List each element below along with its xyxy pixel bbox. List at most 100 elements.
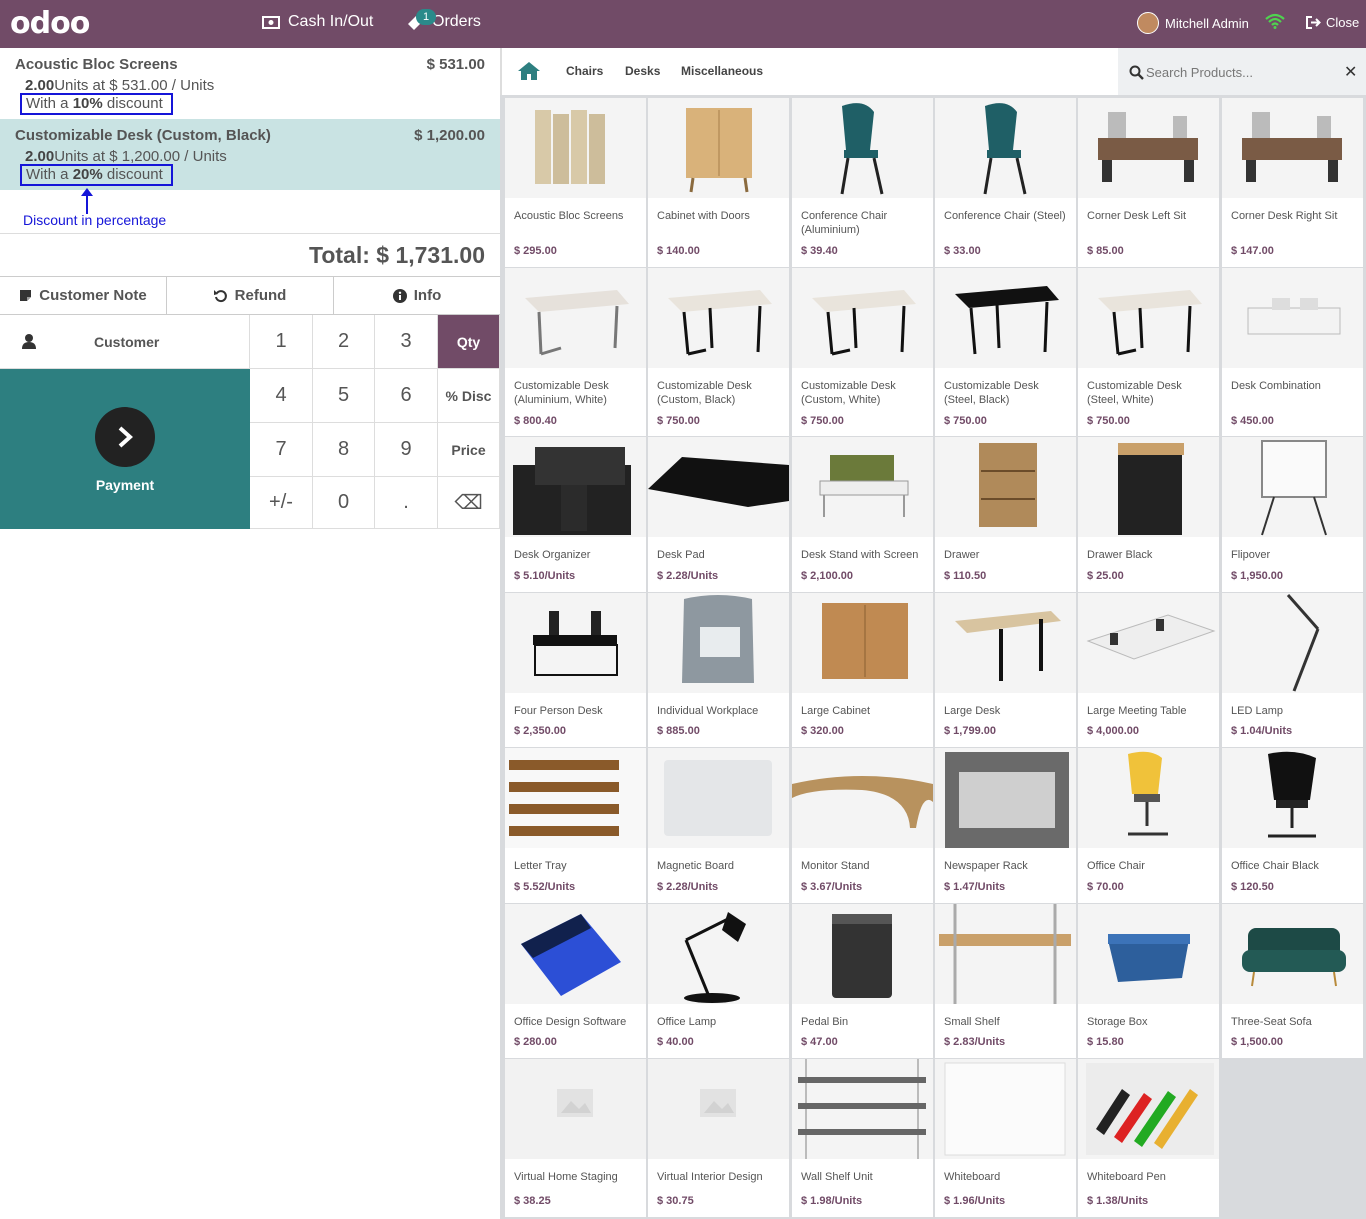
product-card[interactable]: Conference Chair (Steel) $ 33.00 [935, 98, 1076, 267]
numpad-key-5[interactable]: 5 [313, 369, 375, 423]
product-card[interactable]: Corner Desk Left Sit $ 85.00 [1078, 98, 1219, 267]
product-card[interactable]: Storage Box $ 15.80 [1078, 904, 1219, 1058]
product-image [1222, 437, 1363, 537]
product-card[interactable]: Customizable Desk (Steel, White) $ 750.00 [1078, 268, 1219, 436]
numpad-mode-price[interactable]: Price [438, 423, 500, 477]
user-menu[interactable]: Mitchell Admin [1137, 12, 1249, 34]
product-card[interactable]: Drawer Black $ 25.00 [1078, 437, 1219, 592]
product-price: $ 1,500.00 [1231, 1036, 1283, 1048]
product-card[interactable]: Flipover $ 1,950.00 [1222, 437, 1363, 592]
product-image [792, 748, 933, 848]
product-card[interactable]: Customizable Desk (Custom, White) $ 750.0… [792, 268, 933, 436]
order-line-selected[interactable]: Customizable Desk (Custom, Black) $ 1,20… [0, 119, 500, 190]
product-card[interactable]: Four Person Desk $ 2,350.00 [505, 593, 646, 747]
product-card[interactable]: Large Cabinet $ 320.00 [792, 593, 933, 747]
product-name: Magnetic Board [657, 860, 735, 872]
numpad-key-4[interactable]: 4 [250, 369, 313, 423]
product-card[interactable]: Office Chair $ 70.00 [1078, 748, 1219, 903]
payment-button[interactable]: Payment [0, 369, 250, 529]
product-name: Corner Desk Left Sit [1087, 210, 1187, 222]
info-button[interactable]: Info [334, 277, 500, 314]
numpad-key-7[interactable]: 7 [250, 423, 313, 477]
close-button[interactable]: Close [1306, 15, 1359, 30]
sign-out-icon [1306, 16, 1321, 29]
product-card[interactable]: Customizable Desk (Steel, Black) $ 750.00 [935, 268, 1076, 436]
cash-in-out-button[interactable]: Cash In/Out [262, 13, 373, 31]
product-card[interactable]: Virtual Home Staging $ 38.25 [505, 1059, 646, 1217]
product-card[interactable]: Small Shelf $ 2.83/Units [935, 904, 1076, 1058]
numpad-key-decimal[interactable]: . [375, 477, 438, 529]
product-name: Desk Organizer [514, 549, 591, 561]
product-name: Office Chair Black [1231, 860, 1319, 872]
control-buttons: Customer Note Refund Info [0, 276, 500, 315]
product-card[interactable]: Acoustic Bloc Screens $ 295.00 [505, 98, 646, 267]
product-name: Customizable Desk (Steel, White) [1087, 380, 1182, 406]
search-box: ✕ [1118, 48, 1366, 95]
numpad-mode-qty[interactable]: Qty [438, 315, 500, 369]
product-card[interactable]: Letter Tray $ 5.52/Units [505, 748, 646, 903]
product-card[interactable]: Whiteboard Pen $ 1.38/Units [1078, 1059, 1219, 1217]
product-card[interactable]: Three-Seat Sofa $ 1,500.00 [1222, 904, 1363, 1058]
product-card[interactable]: Whiteboard $ 1.96/Units [935, 1059, 1076, 1217]
product-name: Cabinet with Doors [657, 210, 750, 222]
category-miscellaneous[interactable]: Miscellaneous [681, 64, 763, 78]
product-price: $ 4,000.00 [1087, 725, 1139, 737]
category-desks[interactable]: Desks [625, 64, 660, 78]
product-name: Storage Box [1087, 1016, 1148, 1028]
product-card[interactable]: Customizable Desk (Aluminium, White) $ 80… [505, 268, 646, 436]
product-card[interactable]: Customizable Desk (Custom, Black) $ 750.0… [648, 268, 789, 436]
product-name: Large Cabinet [801, 705, 871, 717]
product-card[interactable]: Newspaper Rack $ 1.47/Units [935, 748, 1076, 903]
product-image [505, 98, 646, 198]
product-name: Three-Seat Sofa [1231, 1016, 1312, 1028]
numpad-key-2[interactable]: 2 [313, 315, 375, 369]
product-card[interactable]: Corner Desk Right Sit $ 147.00 [1222, 98, 1363, 267]
product-card[interactable]: Conference Chair (Aluminium) $ 39.40 [792, 98, 933, 267]
numpad-key-1[interactable]: 1 [250, 315, 313, 369]
info-icon [392, 288, 407, 303]
product-card[interactable]: Magnetic Board $ 2.28/Units [648, 748, 789, 903]
product-card[interactable]: Desk Organizer $ 5.10/Units [505, 437, 646, 592]
product-name: Large Desk [944, 705, 1001, 717]
numpad-key-6[interactable]: 6 [375, 369, 438, 423]
product-card[interactable]: Large Desk $ 1,799.00 [935, 593, 1076, 747]
numpad-key-plus-minus[interactable]: +/- [250, 477, 313, 529]
product-card[interactable]: Desk Pad $ 2.28/Units [648, 437, 789, 592]
numpad-key-3[interactable]: 3 [375, 315, 438, 369]
refund-button[interactable]: Refund [167, 277, 334, 314]
product-card[interactable]: Pedal Bin $ 47.00 [792, 904, 933, 1058]
product-card[interactable]: Office Lamp $ 40.00 [648, 904, 789, 1058]
product-card[interactable]: Individual Workplace $ 885.00 [648, 593, 789, 747]
customer-button[interactable]: Customer [0, 315, 250, 369]
order-panel: Acoustic Bloc Screens $ 531.00 2.00Units… [0, 48, 500, 529]
product-card[interactable]: Monitor Stand $ 3.67/Units [792, 748, 933, 903]
product-name: Customizable Desk (Custom, Black) [657, 380, 752, 406]
product-price: $ 1.98/Units [801, 1195, 863, 1207]
numpad-key-8[interactable]: 8 [313, 423, 375, 477]
product-card[interactable]: Virtual Interior Design $ 30.75 [648, 1059, 789, 1217]
search-input[interactable] [1146, 60, 1336, 84]
product-card[interactable]: Drawer $ 110.50 [935, 437, 1076, 592]
product-card[interactable]: LED Lamp $ 1.04/Units [1222, 593, 1363, 747]
user-name: Mitchell Admin [1165, 15, 1249, 31]
backspace-icon[interactable]: ⌫ [438, 477, 500, 529]
numpad-mode-discount[interactable]: % Disc [438, 369, 500, 423]
product-card[interactable]: Desk Combination $ 450.00 [1222, 268, 1363, 436]
product-price: $ 25.00 [1087, 570, 1124, 582]
order-line[interactable]: Acoustic Bloc Screens $ 531.00 2.00Units… [0, 48, 500, 119]
home-icon[interactable] [517, 61, 541, 81]
product-card[interactable]: Office Design Software $ 280.00 [505, 904, 646, 1058]
product-card[interactable]: Desk Stand with Screen $ 2,100.00 [792, 437, 933, 592]
numpad-key-0[interactable]: 0 [313, 477, 375, 529]
category-chairs[interactable]: Chairs [566, 64, 603, 78]
customer-note-button[interactable]: Customer Note [0, 277, 167, 314]
close-icon[interactable]: ✕ [1344, 62, 1357, 82]
product-card[interactable]: Office Chair Black $ 120.50 [1222, 748, 1363, 903]
payment-label: Payment [95, 477, 155, 493]
product-card[interactable]: Large Meeting Table $ 4,000.00 [1078, 593, 1219, 747]
order-line-info: 2.00Units at $ 531.00 / Units [25, 77, 214, 94]
numpad-key-9[interactable]: 9 [375, 423, 438, 477]
product-card[interactable]: Cabinet with Doors $ 140.00 [648, 98, 789, 267]
product-card[interactable]: Wall Shelf Unit $ 1.98/Units [792, 1059, 933, 1217]
product-name: Desk Pad [657, 549, 705, 561]
